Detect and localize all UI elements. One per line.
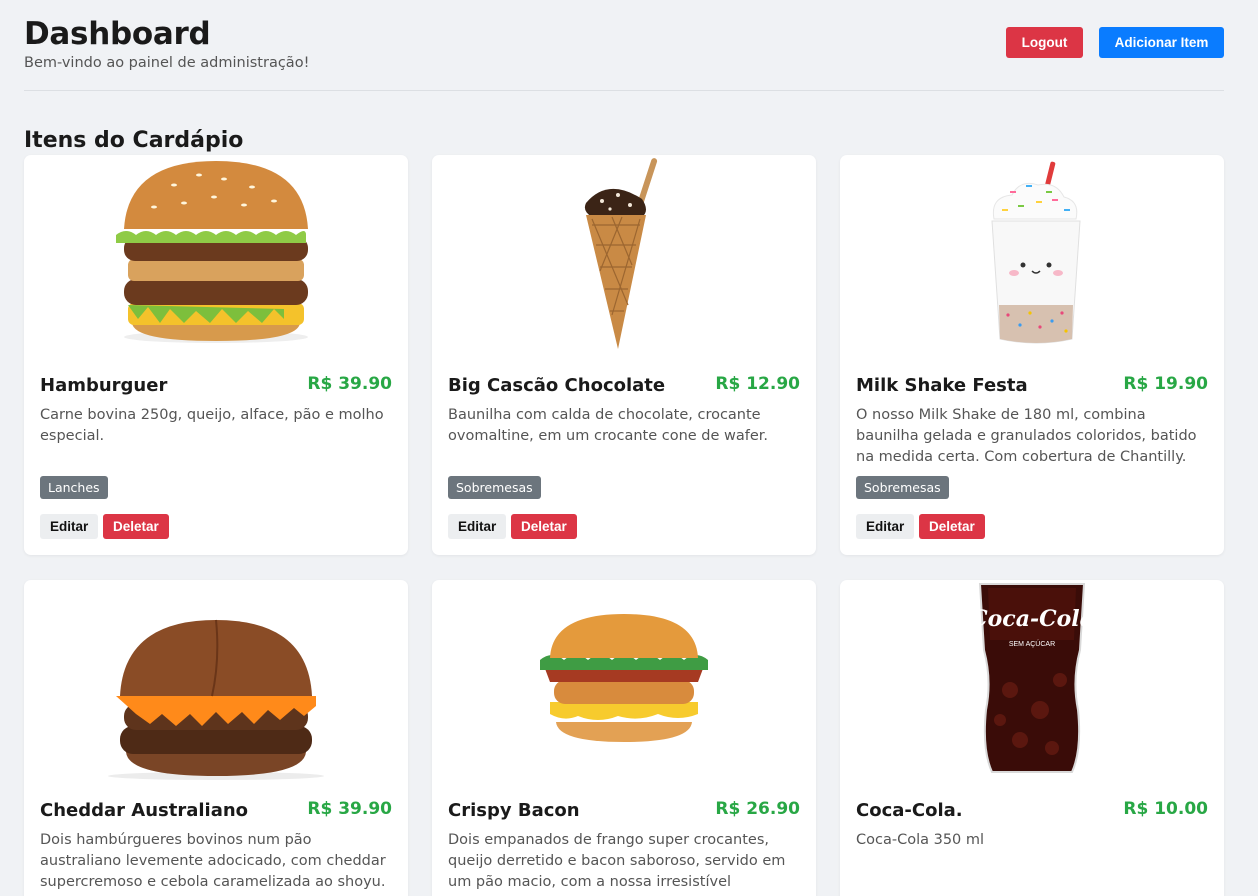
menu-item-card: Milk Shake Festa R$ 19.90 O nosso Milk S…	[840, 155, 1224, 555]
item-description: Carne bovina 250g, queijo, alface, pão e…	[40, 407, 384, 444]
category-badge: Lanches	[40, 476, 108, 499]
item-name: Crispy Bacon	[448, 800, 580, 821]
item-description: Dois empanados de frango super crocantes…	[448, 832, 786, 896]
burger-image	[116, 161, 308, 343]
section-title: Itens do Cardápio	[24, 128, 244, 153]
item-name: Cheddar Australiano	[40, 800, 249, 821]
item-name: Hamburguer	[40, 375, 168, 396]
item-price: R$ 12.90	[715, 374, 800, 394]
category-badge: Sobremesas	[448, 476, 541, 499]
edit-button[interactable]: Editar	[856, 514, 915, 539]
item-price: R$ 26.90	[715, 799, 800, 819]
delete-button[interactable]: Deletar	[511, 514, 577, 539]
item-price: R$ 39.90	[307, 799, 392, 819]
menu-item-card: Cheddar Australiano R$ 39.90 Dois hambúr…	[24, 580, 408, 896]
add-item-button[interactable]: Adicionar Item	[1099, 27, 1224, 58]
item-description: O nosso Milk Shake de 180 ml, combina ba…	[856, 407, 1197, 465]
category-badge: Sobremesas	[856, 476, 949, 499]
delete-button[interactable]: Deletar	[103, 514, 169, 539]
dashboard-header: Dashboard Bem-vindo ao painel de adminis…	[24, 16, 1224, 91]
delete-button[interactable]: Deletar	[919, 514, 985, 539]
item-price: R$ 19.90	[1123, 374, 1208, 394]
edit-button[interactable]: Editar	[40, 514, 99, 539]
menu-item-card: Crispy Bacon R$ 26.90 Dois empanados de …	[432, 580, 816, 896]
soda-glass-image: Coca-Cola SEM AÇÚCAR	[970, 583, 1094, 773]
glass-caption: SEM AÇÚCAR	[1009, 639, 1055, 648]
cheddar-burger-image	[108, 619, 324, 780]
coca-cola-logo: Coca-Cola	[970, 606, 1094, 632]
item-name: Big Cascão Chocolate	[448, 375, 666, 396]
item-description: Coca-Cola 350 ml	[856, 832, 985, 848]
menu-item-card: Big Cascão Chocolate R$ 12.90 Baunilha c…	[432, 155, 816, 555]
menu-item-card: Coca-Cola SEM AÇÚCAR Coca-Cola. R$ 10.00…	[840, 580, 1224, 896]
item-description: Baunilha com calda de chocolate, crocant…	[448, 407, 769, 444]
item-price: R$ 39.90	[307, 374, 392, 394]
ice-cream-cone-image	[584, 158, 658, 349]
edit-button[interactable]: Editar	[448, 514, 507, 539]
item-name: Milk Shake Festa	[856, 375, 1028, 396]
item-description: Dois hambúrgueres bovinos num pão austra…	[40, 832, 386, 890]
item-price: R$ 10.00	[1123, 799, 1208, 819]
chicken-sandwich-image	[540, 614, 708, 742]
menu-item-card: Hamburguer R$ 39.90 Carne bovina 250g, q…	[24, 155, 408, 555]
logout-button[interactable]: Logout	[1006, 27, 1083, 58]
milkshake-image	[991, 161, 1081, 344]
item-name: Coca-Cola.	[856, 800, 963, 821]
